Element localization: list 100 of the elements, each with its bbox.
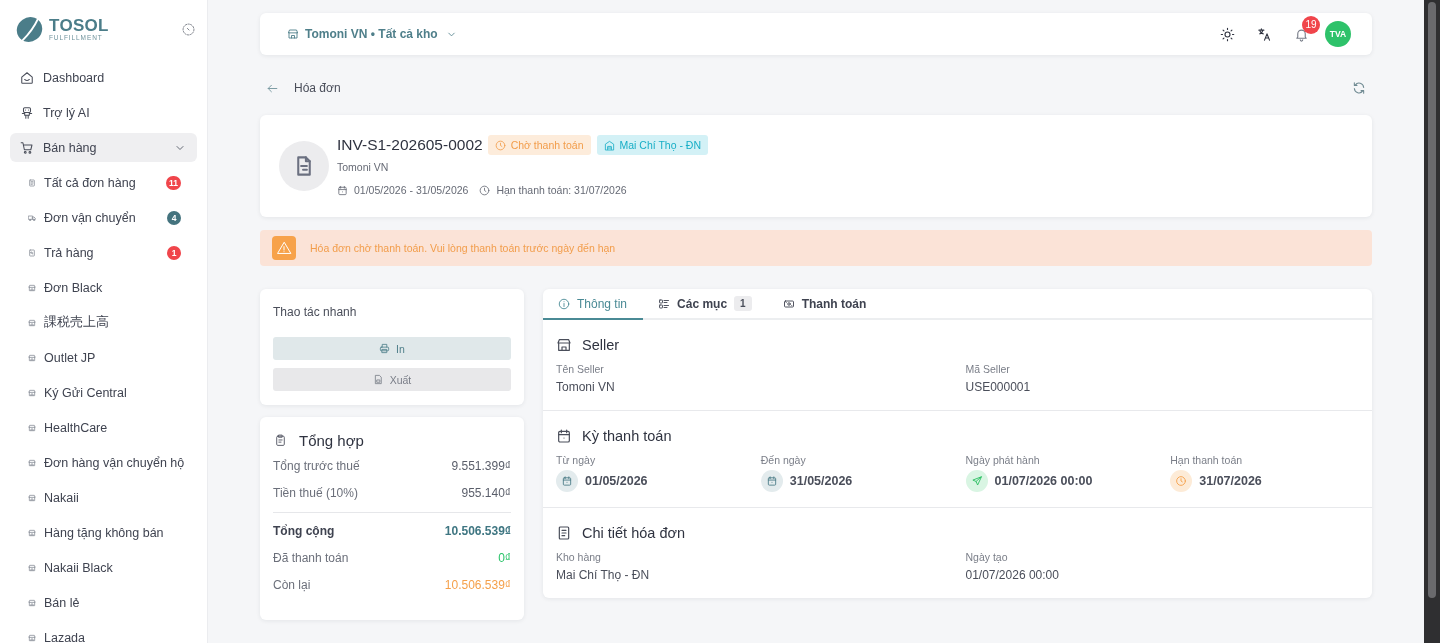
document-icon — [28, 248, 36, 257]
scrollbar[interactable] — [1424, 0, 1440, 643]
section-title: Chi tiết hóa đơn — [582, 525, 685, 541]
nav-item[interactable]: 課税売上高 — [10, 308, 197, 337]
store-icon — [28, 528, 36, 537]
section-title: Kỳ thanh toán — [582, 428, 672, 444]
calendar-icon — [556, 428, 572, 444]
summary-value: 10.506.539₫ — [444, 523, 511, 538]
nav-item[interactable]: Tất cả đơn hàng 11 — [10, 168, 197, 197]
nav-item[interactable]: Đơn Black — [10, 273, 197, 302]
store-icon — [287, 28, 299, 40]
nav-item[interactable]: Nakaii Black — [10, 553, 197, 582]
house-icon — [603, 139, 615, 151]
nav-item[interactable]: Lazada — [10, 623, 197, 643]
card-title: Tổng hợp — [299, 431, 364, 449]
count-badge: 11 — [166, 175, 181, 190]
store-icon — [28, 598, 36, 607]
store-selector[interactable]: Tomoni VN • Tất cả kho — [287, 27, 457, 41]
field-label: Tên Seller — [556, 362, 604, 376]
field-value: 01/07/2026 00:00 — [994, 473, 1093, 489]
nav-item[interactable]: Đơn vận chuyển 4 — [10, 203, 197, 232]
nav-item[interactable]: Hàng tặng không bán — [10, 518, 197, 547]
nav-item[interactable]: Bán hàng — [10, 133, 197, 162]
field-value: 31/07/2026 — [1199, 473, 1262, 489]
summary-value: 9.551.399₫ — [451, 458, 511, 473]
field-label: Hạn thanh toán — [1170, 453, 1243, 467]
notification-badge: 19 — [1302, 15, 1320, 34]
tab[interactable]: Các mục 1 — [643, 289, 768, 320]
nav-item[interactable]: Ký Gửi Central — [10, 378, 197, 407]
field-value: Mai Chí Thọ - ĐN — [556, 567, 650, 583]
banknote-icon — [782, 297, 795, 310]
field-label: Ngày phát hành — [965, 453, 1040, 467]
count-badge: 4 — [167, 210, 181, 225]
summary-label: Đã thanh toán — [273, 550, 349, 565]
print-button[interactable]: In — [273, 337, 511, 360]
store-icon — [28, 458, 36, 467]
summary-value: 955.140₫ — [461, 485, 511, 500]
document-icon — [556, 525, 572, 541]
field-label: Ngày tạo — [965, 550, 1008, 564]
bell-icon[interactable] — [1294, 26, 1309, 42]
calendar-icon — [760, 470, 783, 492]
field-value: USE000001 — [965, 379, 1031, 395]
alert-message: Hóa đơn chờ thanh toán. Vui lòng thanh toán trước ngày đến hạn — [310, 242, 616, 254]
nav-item[interactable]: Trợ lý AI — [10, 98, 197, 127]
field-value: 01/05/2026 — [585, 473, 648, 489]
nav-item[interactable]: HealthCare — [10, 413, 197, 442]
calendar-icon — [337, 184, 348, 196]
nav-item[interactable]: Bán lẻ — [10, 588, 197, 617]
summary-label: Tổng trước thuế — [273, 458, 360, 473]
clock-icon — [1170, 470, 1193, 492]
nav-item[interactable]: Trả hàng 1 — [10, 238, 197, 267]
brand-name: TOSOL — [49, 16, 109, 34]
summary-label: Tổng cộng — [273, 523, 335, 538]
clock-icon — [494, 139, 506, 151]
nav-item[interactable]: Nakaii — [10, 483, 197, 512]
truck-icon — [28, 213, 36, 222]
calendar-icon — [556, 470, 578, 492]
nav-item[interactable]: Outlet JP — [10, 343, 197, 372]
cart-icon — [20, 140, 34, 155]
field-label: Kho hàng — [556, 550, 601, 564]
document-icon — [279, 141, 329, 191]
clock-icon — [479, 184, 491, 196]
store-icon — [28, 563, 36, 572]
store-icon — [28, 633, 36, 642]
due-date: Hạn thanh toán: 31/07/2026 — [496, 183, 627, 197]
refresh-icon[interactable] — [1352, 81, 1366, 95]
export-button[interactable]: Xuất — [273, 368, 511, 391]
list-icon — [658, 297, 671, 310]
billing-period: 01/05/2026 - 31/05/2026 — [354, 183, 469, 197]
tab-count: 1 — [734, 296, 752, 311]
warning-icon — [272, 236, 296, 260]
document-icon — [28, 178, 36, 187]
seller-name: Tomoni VN — [337, 161, 389, 175]
summary-label: Tiền thuế (10%) — [273, 485, 358, 500]
count-badge: 1 — [167, 245, 181, 260]
section-title: Seller — [582, 337, 620, 353]
robot-icon — [20, 105, 34, 120]
dashed-circle-icon[interactable] — [182, 22, 195, 36]
sun-icon[interactable] — [1220, 26, 1235, 42]
store-icon — [556, 337, 572, 353]
tab[interactable]: Thanh toán — [767, 289, 883, 320]
nav-item[interactable]: Dashboard — [10, 63, 197, 92]
summary-label: Còn lại — [273, 577, 311, 592]
nav-item[interactable]: Đơn hàng vận chuyển hộ — [10, 448, 197, 477]
paper-plane-icon — [965, 470, 988, 492]
translate-icon[interactable] — [1257, 26, 1272, 42]
scrollbar-thumb[interactable] — [1428, 2, 1436, 598]
field-value: 31/05/2026 — [789, 473, 853, 489]
store-icon — [28, 388, 36, 397]
store-icon — [28, 493, 36, 502]
store-icon — [28, 318, 36, 327]
file-icon — [372, 374, 384, 385]
field-label: Từ ngày — [556, 453, 596, 467]
status-label: Chờ thanh toán — [510, 139, 584, 152]
page-title: Hóa đơn — [294, 81, 341, 95]
summary-value: 0₫ — [498, 550, 511, 565]
tab[interactable]: Thông tin — [543, 289, 644, 320]
field-value: Tomoni VN — [556, 379, 615, 395]
store-icon — [28, 283, 36, 292]
field-label: Đến ngày — [760, 453, 806, 467]
